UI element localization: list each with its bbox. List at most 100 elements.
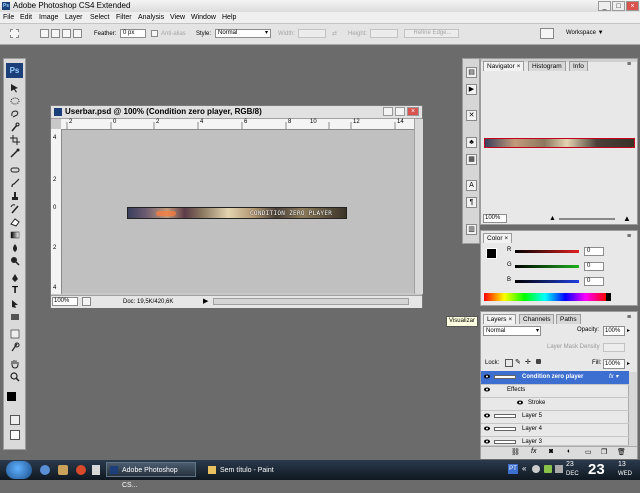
eyedropper-tool-icon[interactable] — [10, 148, 20, 158]
new-layer-icon[interactable]: ❐ — [601, 448, 607, 456]
hand-tool-icon[interactable] — [10, 359, 20, 369]
show-desktop-icon[interactable] — [92, 465, 100, 475]
quick-selection-tool-icon[interactable] — [10, 122, 20, 132]
rectangle-tool-icon[interactable] — [10, 312, 20, 322]
lock-all-icon[interactable] — [536, 359, 541, 364]
layer-effects-row[interactable]: Effects — [481, 384, 629, 398]
green-slider[interactable] — [515, 265, 579, 268]
subtract-selection-icon[interactable] — [62, 29, 71, 38]
actions-panel-icon[interactable]: ▶ — [466, 84, 477, 95]
move-tool-icon[interactable] — [10, 83, 20, 93]
style-select[interactable]: Normal ▾ — [215, 29, 271, 38]
vertical-scrollbar[interactable] — [414, 119, 423, 294]
green-value-input[interactable]: 0 — [584, 262, 604, 271]
blue-slider[interactable] — [515, 280, 579, 283]
browser-icon[interactable] — [40, 465, 50, 475]
doc-close-button[interactable]: × — [407, 107, 419, 116]
quick-mask-icon[interactable] — [10, 415, 20, 425]
tab-navigator[interactable]: Navigator × — [483, 61, 525, 71]
navigator-zoom-slider[interactable] — [559, 218, 615, 220]
navigator-zoom-field[interactable]: 100% — [483, 214, 507, 223]
eye-icon[interactable] — [517, 400, 523, 405]
document-canvas[interactable]: CONDITION ZERO PLAYER — [62, 130, 414, 293]
network-icon[interactable] — [532, 465, 540, 473]
app-quicklaunch-icon[interactable] — [76, 465, 86, 475]
fx-badge[interactable]: fx ▾ — [609, 371, 618, 384]
opacity-arrow-icon[interactable]: ▸ — [627, 327, 630, 334]
doc-maximize-button[interactable] — [395, 107, 405, 116]
menu-layer[interactable]: Layer — [65, 13, 83, 22]
notes-panel-icon[interactable]: ▥ — [466, 224, 477, 235]
gradient-tool-icon[interactable] — [10, 230, 20, 240]
taskbar-item-paint[interactable]: Sem título - Paint — [204, 462, 294, 477]
clone-source-icon[interactable]: ♣ — [466, 137, 477, 148]
blend-mode-select[interactable]: Normal ▾ — [483, 326, 541, 336]
menu-edit[interactable]: Edit — [20, 13, 32, 22]
layer-effects-row[interactable]: Stroke — [481, 397, 629, 411]
eye-icon[interactable] — [484, 374, 490, 379]
marquee-tool-icon[interactable] — [10, 96, 20, 106]
volume-icon[interactable] — [544, 465, 552, 473]
blur-tool-icon[interactable] — [10, 243, 20, 253]
layer-row[interactable]: Layer 5 — [481, 410, 629, 424]
zoom-out-icon[interactable]: ▲ — [549, 215, 556, 222]
panel-menu-icon[interactable]: ≡ — [627, 233, 631, 240]
3d-orbit-tool-icon[interactable] — [10, 342, 20, 352]
paragraph-panel-icon[interactable]: ¶ — [466, 197, 477, 208]
navigator-preview[interactable] — [484, 138, 635, 148]
menu-image[interactable]: Image — [39, 13, 58, 22]
eye-icon[interactable] — [484, 426, 490, 431]
new-selection-icon[interactable] — [40, 29, 49, 38]
feather-input[interactable]: 0 px — [120, 29, 146, 38]
menu-window[interactable]: Window — [191, 13, 216, 22]
language-indicator[interactable]: PT — [508, 464, 518, 474]
menu-select[interactable]: Select — [90, 13, 109, 22]
eraser-tool-icon[interactable] — [10, 217, 20, 227]
foreground-color-swatch[interactable] — [7, 392, 16, 401]
layer-row[interactable]: Condition zero player fx ▾ — [481, 371, 629, 385]
bridge-icon[interactable] — [540, 28, 554, 39]
antialias-checkbox[interactable] — [151, 30, 158, 37]
crop-tool-icon[interactable] — [10, 135, 20, 145]
blue-value-input[interactable]: 0 — [584, 277, 604, 286]
status-options-icon[interactable] — [82, 297, 91, 306]
tab-channels[interactable]: Channels — [519, 314, 555, 324]
taskbar-item-photoshop[interactable]: Adobe Photoshop CS... — [106, 462, 196, 489]
red-slider[interactable] — [515, 250, 579, 253]
document-title-bar[interactable]: Userbar.psd @ 100% (Condition zero playe… — [51, 106, 422, 119]
menu-help[interactable]: Help — [222, 13, 236, 22]
panel-menu-icon[interactable]: ≡ — [627, 314, 631, 321]
zoom-field[interactable]: 100% — [52, 297, 78, 306]
new-group-icon[interactable]: ▭ — [585, 448, 592, 456]
zoom-tool-icon[interactable] — [10, 372, 20, 382]
history-panel-icon[interactable]: ▤ — [466, 67, 477, 78]
screen-mode-icon[interactable] — [10, 430, 20, 440]
tab-info[interactable]: Info — [569, 61, 588, 71]
status-menu-arrow-icon[interactable]: ▶ — [203, 297, 208, 305]
eye-icon[interactable] — [484, 387, 490, 392]
trash-icon[interactable]: 🗑 — [617, 448, 626, 456]
intersect-selection-icon[interactable] — [73, 29, 82, 38]
layer-row[interactable]: Layer 3 — [481, 436, 629, 446]
eye-icon[interactable] — [484, 439, 490, 444]
add-style-icon[interactable]: fx — [531, 448, 536, 455]
workspace-menu[interactable]: Workspace ▼ — [566, 29, 604, 37]
add-selection-icon[interactable] — [51, 29, 60, 38]
brushes-panel-icon[interactable]: ▦ — [466, 154, 477, 165]
clone-stamp-tool-icon[interactable] — [10, 191, 20, 201]
red-value-input[interactable]: 0 — [584, 247, 604, 256]
type-tool-icon[interactable]: T — [10, 286, 20, 296]
add-mask-icon[interactable]: ◙ — [549, 448, 553, 455]
path-selection-tool-icon[interactable] — [10, 299, 20, 309]
menu-view[interactable]: View — [170, 13, 185, 22]
zoom-in-icon[interactable]: ▲ — [623, 214, 631, 223]
fill-input[interactable]: 100% — [603, 359, 625, 369]
tab-layers[interactable]: Layers × — [483, 314, 517, 324]
brush-tool-icon[interactable] — [10, 178, 20, 188]
menu-filter[interactable]: Filter — [116, 13, 132, 22]
lock-position-icon[interactable]: ✛ — [525, 358, 531, 366]
adjustment-layer-icon[interactable]: ◐ — [567, 448, 571, 455]
minimize-button[interactable]: _ — [598, 1, 611, 11]
tab-histogram[interactable]: Histogram — [528, 61, 566, 71]
color-spectrum-ramp[interactable] — [484, 293, 606, 301]
